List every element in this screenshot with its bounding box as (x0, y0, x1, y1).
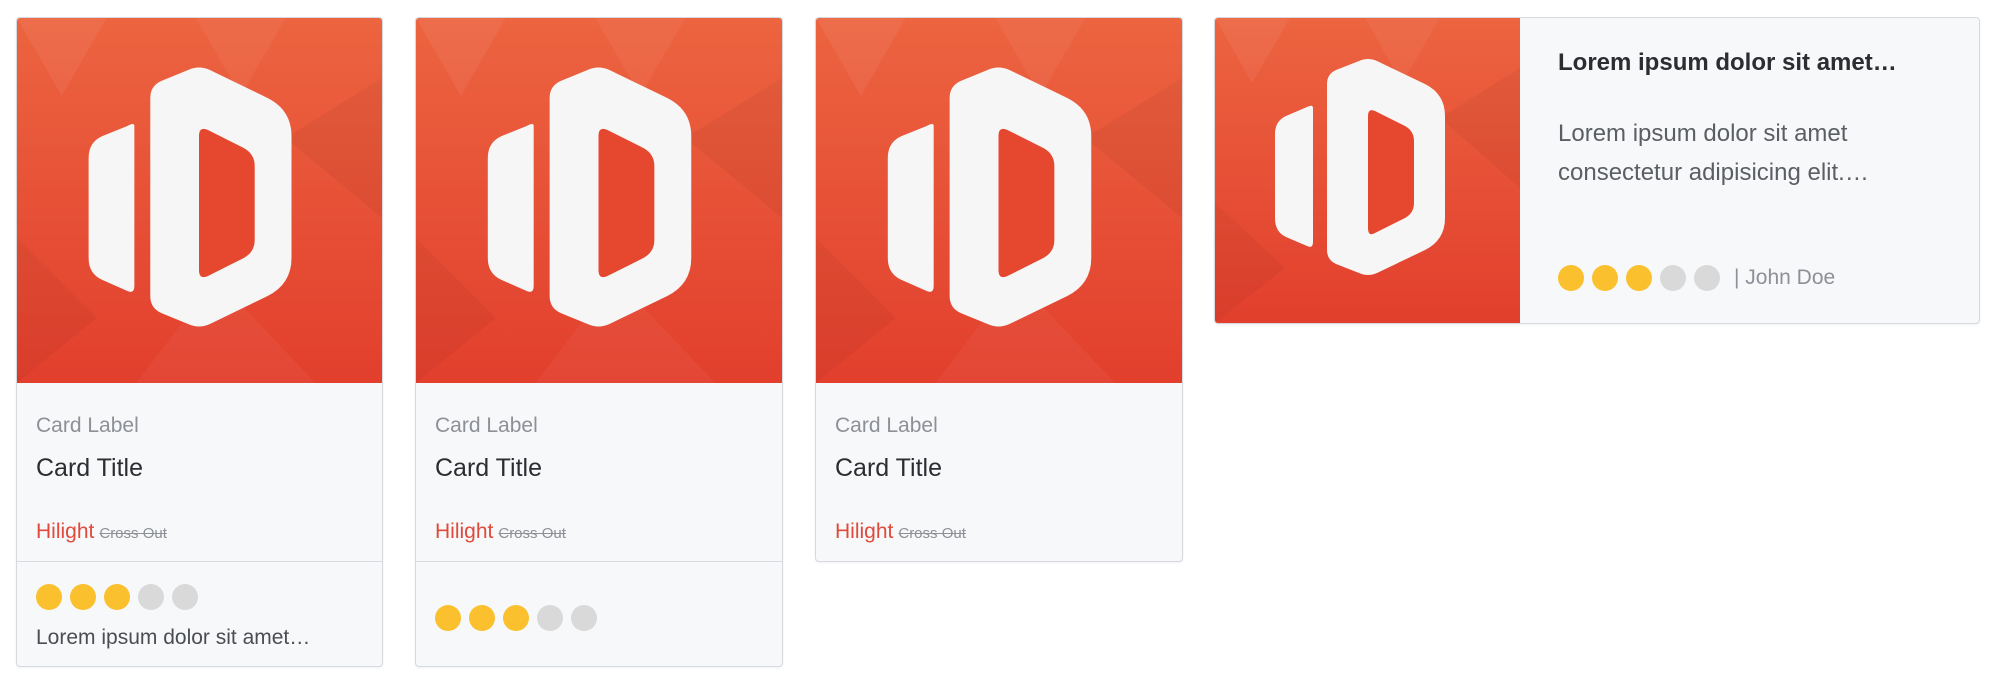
star-empty-icon (1694, 265, 1720, 291)
price-line: Hilight Cross Out (36, 520, 167, 544)
hexagon-logo-icon (17, 18, 382, 383)
star-filled-icon (435, 605, 461, 631)
card-title[interactable]: Card Title (435, 454, 542, 483)
hilight-text: Hilight (36, 520, 95, 543)
star-filled-icon (1558, 265, 1584, 291)
star-rating (1558, 265, 1720, 291)
card-meta: | John Doe (1558, 265, 1835, 291)
hexagon-logo-icon (816, 18, 1182, 383)
price-line: Hilight Cross Out (435, 520, 566, 544)
star-filled-icon (503, 605, 529, 631)
hexagon-logo-icon (1215, 18, 1520, 323)
product-card-2[interactable]: Card Label Card Title Hilight Cross Out (415, 17, 783, 667)
hexagon-logo-icon (416, 18, 782, 383)
star-filled-icon (104, 584, 130, 610)
author-name: | John Doe (1734, 266, 1836, 289)
cross-out-text: Cross Out (898, 525, 966, 542)
cross-out-text: Cross Out (99, 525, 167, 542)
star-filled-icon (1626, 265, 1652, 291)
card-title[interactable]: Card Title (36, 454, 143, 483)
divider (416, 561, 782, 562)
star-empty-icon (172, 584, 198, 610)
price-line: Hilight Cross Out (835, 520, 966, 544)
star-rating (435, 605, 597, 631)
star-filled-icon (70, 584, 96, 610)
card-label: Card Label (435, 414, 538, 437)
star-empty-icon (1660, 265, 1686, 291)
hilight-text: Hilight (835, 520, 894, 543)
cross-out-text: Cross Out (498, 525, 566, 542)
product-card-1[interactable]: Card Label Card Title Hilight Cross Out L… (16, 17, 383, 667)
star-rating (36, 584, 198, 610)
card-thumbnail (816, 18, 1182, 383)
divider (17, 561, 382, 562)
card-heading[interactable]: Lorem ipsum dolor sit amet… (1558, 49, 1897, 77)
card-label: Card Label (36, 414, 139, 437)
star-empty-icon (571, 605, 597, 631)
card-thumbnail (1215, 18, 1520, 323)
star-empty-icon (138, 584, 164, 610)
product-card-3[interactable]: Card Label Card Title Hilight Cross Out (815, 17, 1183, 562)
card-thumbnail (17, 18, 382, 383)
star-filled-icon (1592, 265, 1618, 291)
hilight-text: Hilight (435, 520, 494, 543)
star-filled-icon (469, 605, 495, 631)
card-description: Lorem ipsum dolor sit amet consectetur a… (1558, 120, 1869, 186)
star-filled-icon (36, 584, 62, 610)
star-empty-icon (537, 605, 563, 631)
horizontal-card[interactable]: Lorem ipsum dolor sit amet… Lorem ipsum … (1214, 17, 1980, 324)
card-label: Card Label (835, 414, 938, 437)
card-title[interactable]: Card Title (835, 454, 942, 483)
card-snippet: Lorem ipsum dolor sit amet… (36, 626, 311, 649)
card-thumbnail (416, 18, 782, 383)
